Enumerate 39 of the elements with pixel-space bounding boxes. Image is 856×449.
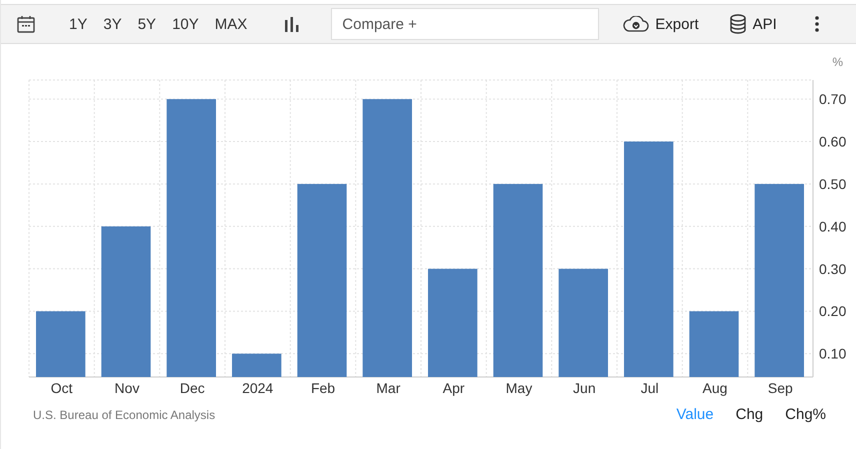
source-text: U.S. Bureau of Economic Analysis [33, 408, 216, 422]
unit-label: % [832, 55, 843, 69]
y-tick-label: 0.20 [819, 303, 846, 320]
y-tick-label: 0.60 [819, 134, 846, 150]
x-tick-label: May [506, 380, 532, 396]
x-tick-label: Apr [442, 380, 465, 396]
y-tick-label: 0.30 [819, 260, 846, 277]
range-button[interactable]: 3Y [95, 16, 130, 32]
api-button[interactable]: API [728, 14, 777, 34]
bar [689, 311, 739, 377]
compare-field[interactable]: Compare + [331, 8, 600, 40]
database-icon [728, 14, 747, 34]
x-tick-label: Aug [702, 380, 728, 396]
calendar-icon[interactable] [17, 15, 35, 33]
more-icon[interactable] [814, 16, 819, 32]
mode-tab[interactable]: Chg [736, 406, 764, 423]
x-tick-label: 2024 [242, 380, 274, 396]
x-tick-label: Oct [50, 380, 73, 396]
x-tick-label: Jun [573, 380, 596, 396]
y-tick-label: 0.40 [819, 218, 846, 234]
range-button[interactable]: MAX [206, 16, 256, 32]
mode-tab[interactable]: Chg% [785, 406, 826, 423]
bar [36, 311, 86, 377]
range-button[interactable]: 5Y [130, 16, 164, 32]
range-button[interactable]: 1Y [61, 16, 96, 32]
bar-chart-icon[interactable] [285, 16, 300, 32]
x-tick-label: Feb [310, 380, 336, 396]
x-tick-label: Sep [768, 380, 793, 396]
y-tick-label: 0.70 [819, 91, 846, 108]
range-button[interactable]: 10Y [164, 16, 207, 32]
y-tick-label: 0.50 [819, 176, 846, 192]
y-tick-label: 0.10 [819, 346, 846, 362]
x-tick-label: Dec [180, 380, 205, 396]
x-tick-label: Jul [640, 380, 659, 396]
export-button[interactable]: Export [623, 16, 699, 32]
cloud-download-icon [623, 16, 650, 32]
bar [232, 354, 282, 377]
x-tick-label: Nov [114, 380, 140, 396]
x-tick-label: Mar [376, 380, 400, 396]
